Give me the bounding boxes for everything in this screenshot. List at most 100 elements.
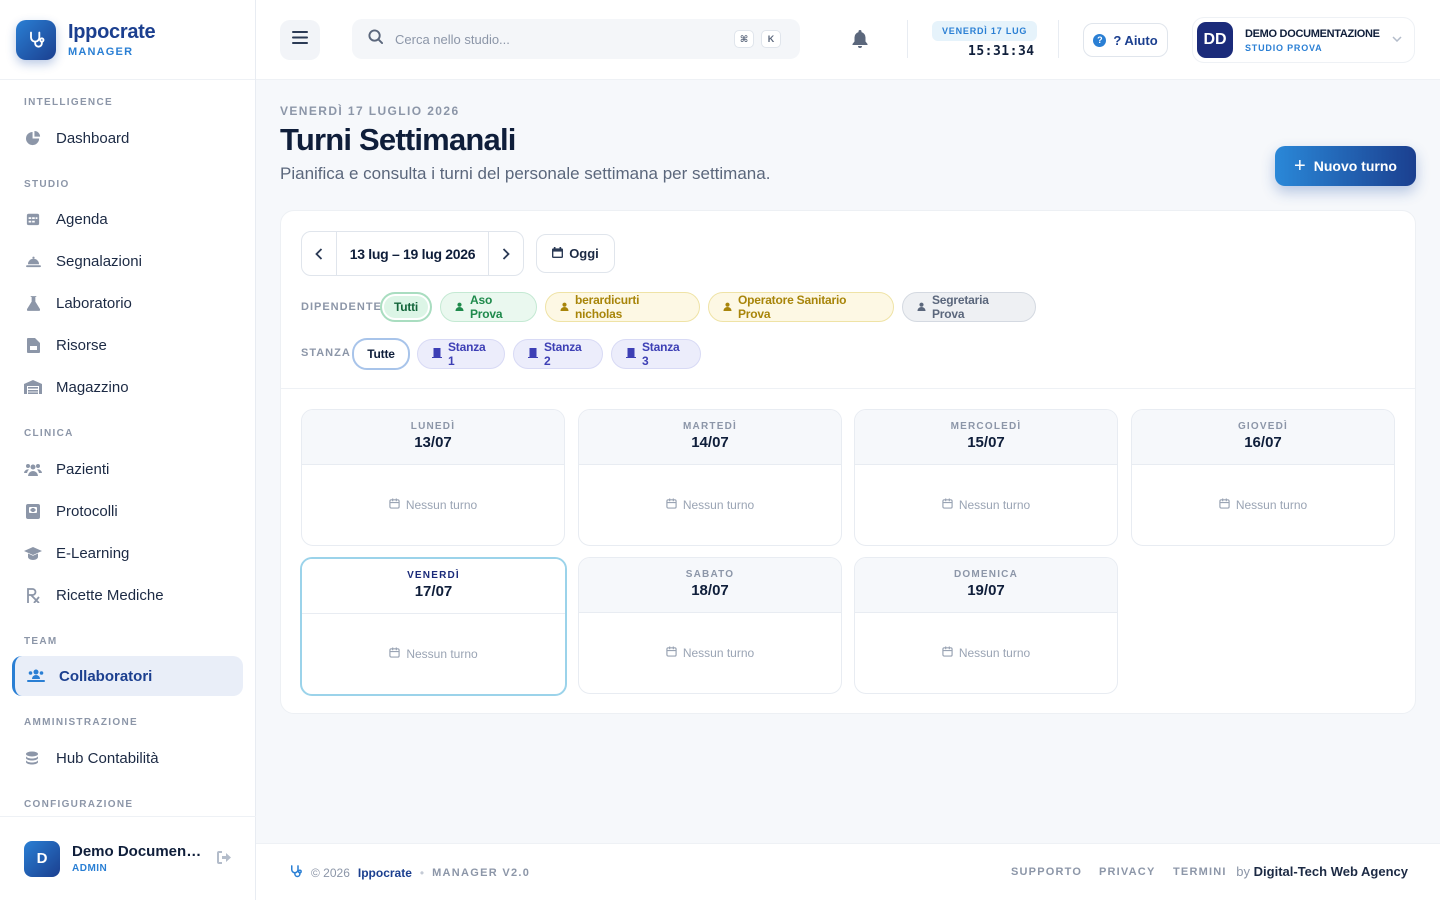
day-empty: Nessun turno (855, 465, 1117, 545)
day-header: DOMENICA 19/07 (855, 558, 1117, 613)
week-navigator: 13 lug – 19 lug 2026 (301, 231, 524, 276)
shifts-card: 13 lug – 19 lug 2026 Oggi DIPENDENTE Tut… (280, 210, 1416, 714)
sidebar-item-label: Collaboratori (59, 667, 153, 685)
sidebar-item-label: Agenda (56, 210, 108, 228)
divider (1058, 20, 1059, 58)
day-date: 13/07 (414, 434, 452, 451)
nav-section-team: TEAM (24, 636, 58, 647)
sidebar-user[interactable]: D Demo Documentazione ADMIN (0, 816, 256, 900)
employee-chip[interactable]: Aso Prova (440, 292, 537, 322)
day-card[interactable]: MERCOLEDÌ 15/07 Nessun turno (854, 409, 1118, 546)
sidebar-item-dashboard[interactable]: Dashboard (12, 118, 243, 158)
date-badge: VENERDÌ 17 LUG (932, 21, 1038, 41)
calendar-icon (1219, 498, 1230, 512)
calendar-icon (942, 646, 953, 660)
day-card-today[interactable]: VENERDÌ 17/07 Nessun turno (300, 557, 567, 696)
footer-link-privacy[interactable]: PRIVACY (1099, 866, 1155, 878)
nav-section-amministrazione: AMMINISTRAZIONE (24, 717, 138, 728)
notifications-bell-icon[interactable] (852, 30, 868, 53)
sidebar-item-label: Risorse (56, 336, 107, 354)
person-icon (560, 302, 569, 313)
employee-chip[interactable]: Operatore Sanitario Prova (708, 292, 894, 322)
sidebar-item-ricette-mediche[interactable]: Ricette Mediche (12, 575, 243, 615)
day-card[interactable]: LUNEDÌ 13/07 Nessun turno (301, 409, 565, 546)
employee-filter-label: DIPENDENTE (301, 301, 382, 313)
employee-chip[interactable]: berardicurti nicholas (545, 292, 700, 322)
user-menu[interactable]: DD DEMO DOCUMENTAZIONE STUDIO PROVA (1192, 17, 1415, 63)
day-empty: Nessun turno (855, 613, 1117, 693)
new-shift-button[interactable]: + Nuovo turno (1275, 146, 1416, 186)
empty-label: Nessun turno (405, 498, 478, 512)
folder-icon (24, 337, 42, 353)
calendar-icon (389, 498, 400, 512)
room-chip[interactable]: Stanza 2 (513, 339, 603, 369)
room-chip[interactable]: Stanza 3 (611, 339, 701, 369)
logout-icon[interactable] (217, 851, 232, 867)
day-name: GIOVEDÌ (1237, 421, 1289, 432)
room-chip-all[interactable]: Tutte (352, 338, 410, 370)
sidebar-item-agenda[interactable]: Agenda (12, 199, 243, 239)
brand[interactable]: Ippocrate MANAGER (0, 0, 255, 80)
sidebar-item-pazienti[interactable]: Pazienti (12, 449, 243, 489)
day-empty: Nessun turno (302, 614, 565, 694)
day-card[interactable]: MARTEDÌ 14/07 Nessun turno (578, 409, 842, 546)
day-card[interactable]: DOMENICA 19/07 Nessun turno (854, 557, 1118, 694)
separator-dot: • (419, 866, 425, 880)
day-empty: Nessun turno (302, 465, 564, 545)
sidebar-item-magazzino[interactable]: Magazzino (12, 367, 243, 407)
footer: © 2026 Ippocrate • MANAGER V2.0 SUPPORTO… (256, 843, 1440, 900)
chip-label: Tutti (393, 300, 419, 314)
door-icon (432, 348, 442, 360)
day-name: VENERDÌ (407, 570, 460, 581)
sidebar-item-laboratorio[interactable]: Laboratorio (12, 283, 243, 323)
chip-label: Tutte (367, 347, 395, 361)
sidebar-item-label: E-Learning (56, 544, 130, 562)
menu-button[interactable] (280, 20, 320, 60)
sidebar-item-collaboratori[interactable]: Collaboratori (12, 656, 243, 696)
sidebar-item-protocolli[interactable]: Protocolli (12, 491, 243, 531)
sidebar-item-label: Ricette Mediche (56, 586, 164, 604)
sidebar-item-segnalazioni[interactable]: Segnalazioni (12, 241, 243, 281)
sidebar-item-label: Segnalazioni (56, 252, 142, 270)
prescription-icon (24, 587, 42, 603)
shortcut-k-key: K (761, 30, 781, 48)
empty-label: Nessun turno (958, 646, 1031, 660)
day-card[interactable]: GIOVEDÌ 16/07 Nessun turno (1131, 409, 1395, 546)
footer-link-termini[interactable]: TERMINI (1173, 866, 1227, 878)
divider (281, 388, 1415, 389)
divider (907, 20, 908, 58)
sidebar-item-risorse[interactable]: Risorse (12, 325, 243, 365)
day-date: 19/07 (967, 582, 1005, 599)
sidebar-item-e-learning[interactable]: E-Learning (12, 533, 243, 573)
day-date: 14/07 (691, 434, 729, 451)
page-kicker: VENERDÌ 17 LUGLIO 2026 (280, 104, 460, 118)
door-icon (626, 348, 636, 360)
help-button[interactable]: ? ? Aiuto (1083, 23, 1168, 57)
day-name: MERCOLEDÌ (950, 421, 1022, 432)
employee-chip[interactable]: Segretaria Prova (902, 292, 1036, 322)
warehouse-icon (24, 380, 42, 394)
page-title: Turni Settimanali (280, 122, 516, 157)
day-header: VENERDÌ 17/07 (302, 559, 565, 614)
hamburger-icon (292, 31, 308, 49)
prev-week-button[interactable] (302, 232, 336, 275)
empty-label: Nessun turno (958, 498, 1031, 512)
footer-agency-link[interactable]: Digital-Tech Web Agency (1254, 864, 1408, 879)
footer-copyright: © 2026 (311, 866, 350, 880)
today-button[interactable]: Oggi (536, 234, 615, 273)
day-header: SABATO 18/07 (579, 558, 841, 613)
next-week-button[interactable] (489, 232, 523, 275)
employee-chip-all[interactable]: Tutti (380, 292, 432, 322)
day-date: 15/07 (967, 434, 1005, 451)
footer-brand: Ippocrate (357, 866, 412, 880)
search-input[interactable] (395, 31, 715, 47)
calendar-icon (942, 498, 953, 512)
sidebar-item-hub-contabilita[interactable]: Hub Contabilità (12, 738, 243, 778)
graduation-cap-icon (24, 546, 42, 560)
search-bar[interactable]: ⌘ K (352, 19, 800, 59)
footer-link-supporto[interactable]: SUPPORTO (1011, 866, 1082, 878)
room-chip[interactable]: Stanza 1 (417, 339, 505, 369)
footer-credit: by Digital-Tech Web Agency (1236, 864, 1408, 879)
week-range: 13 lug – 19 lug 2026 (336, 232, 489, 275)
day-card[interactable]: SABATO 18/07 Nessun turno (578, 557, 842, 694)
